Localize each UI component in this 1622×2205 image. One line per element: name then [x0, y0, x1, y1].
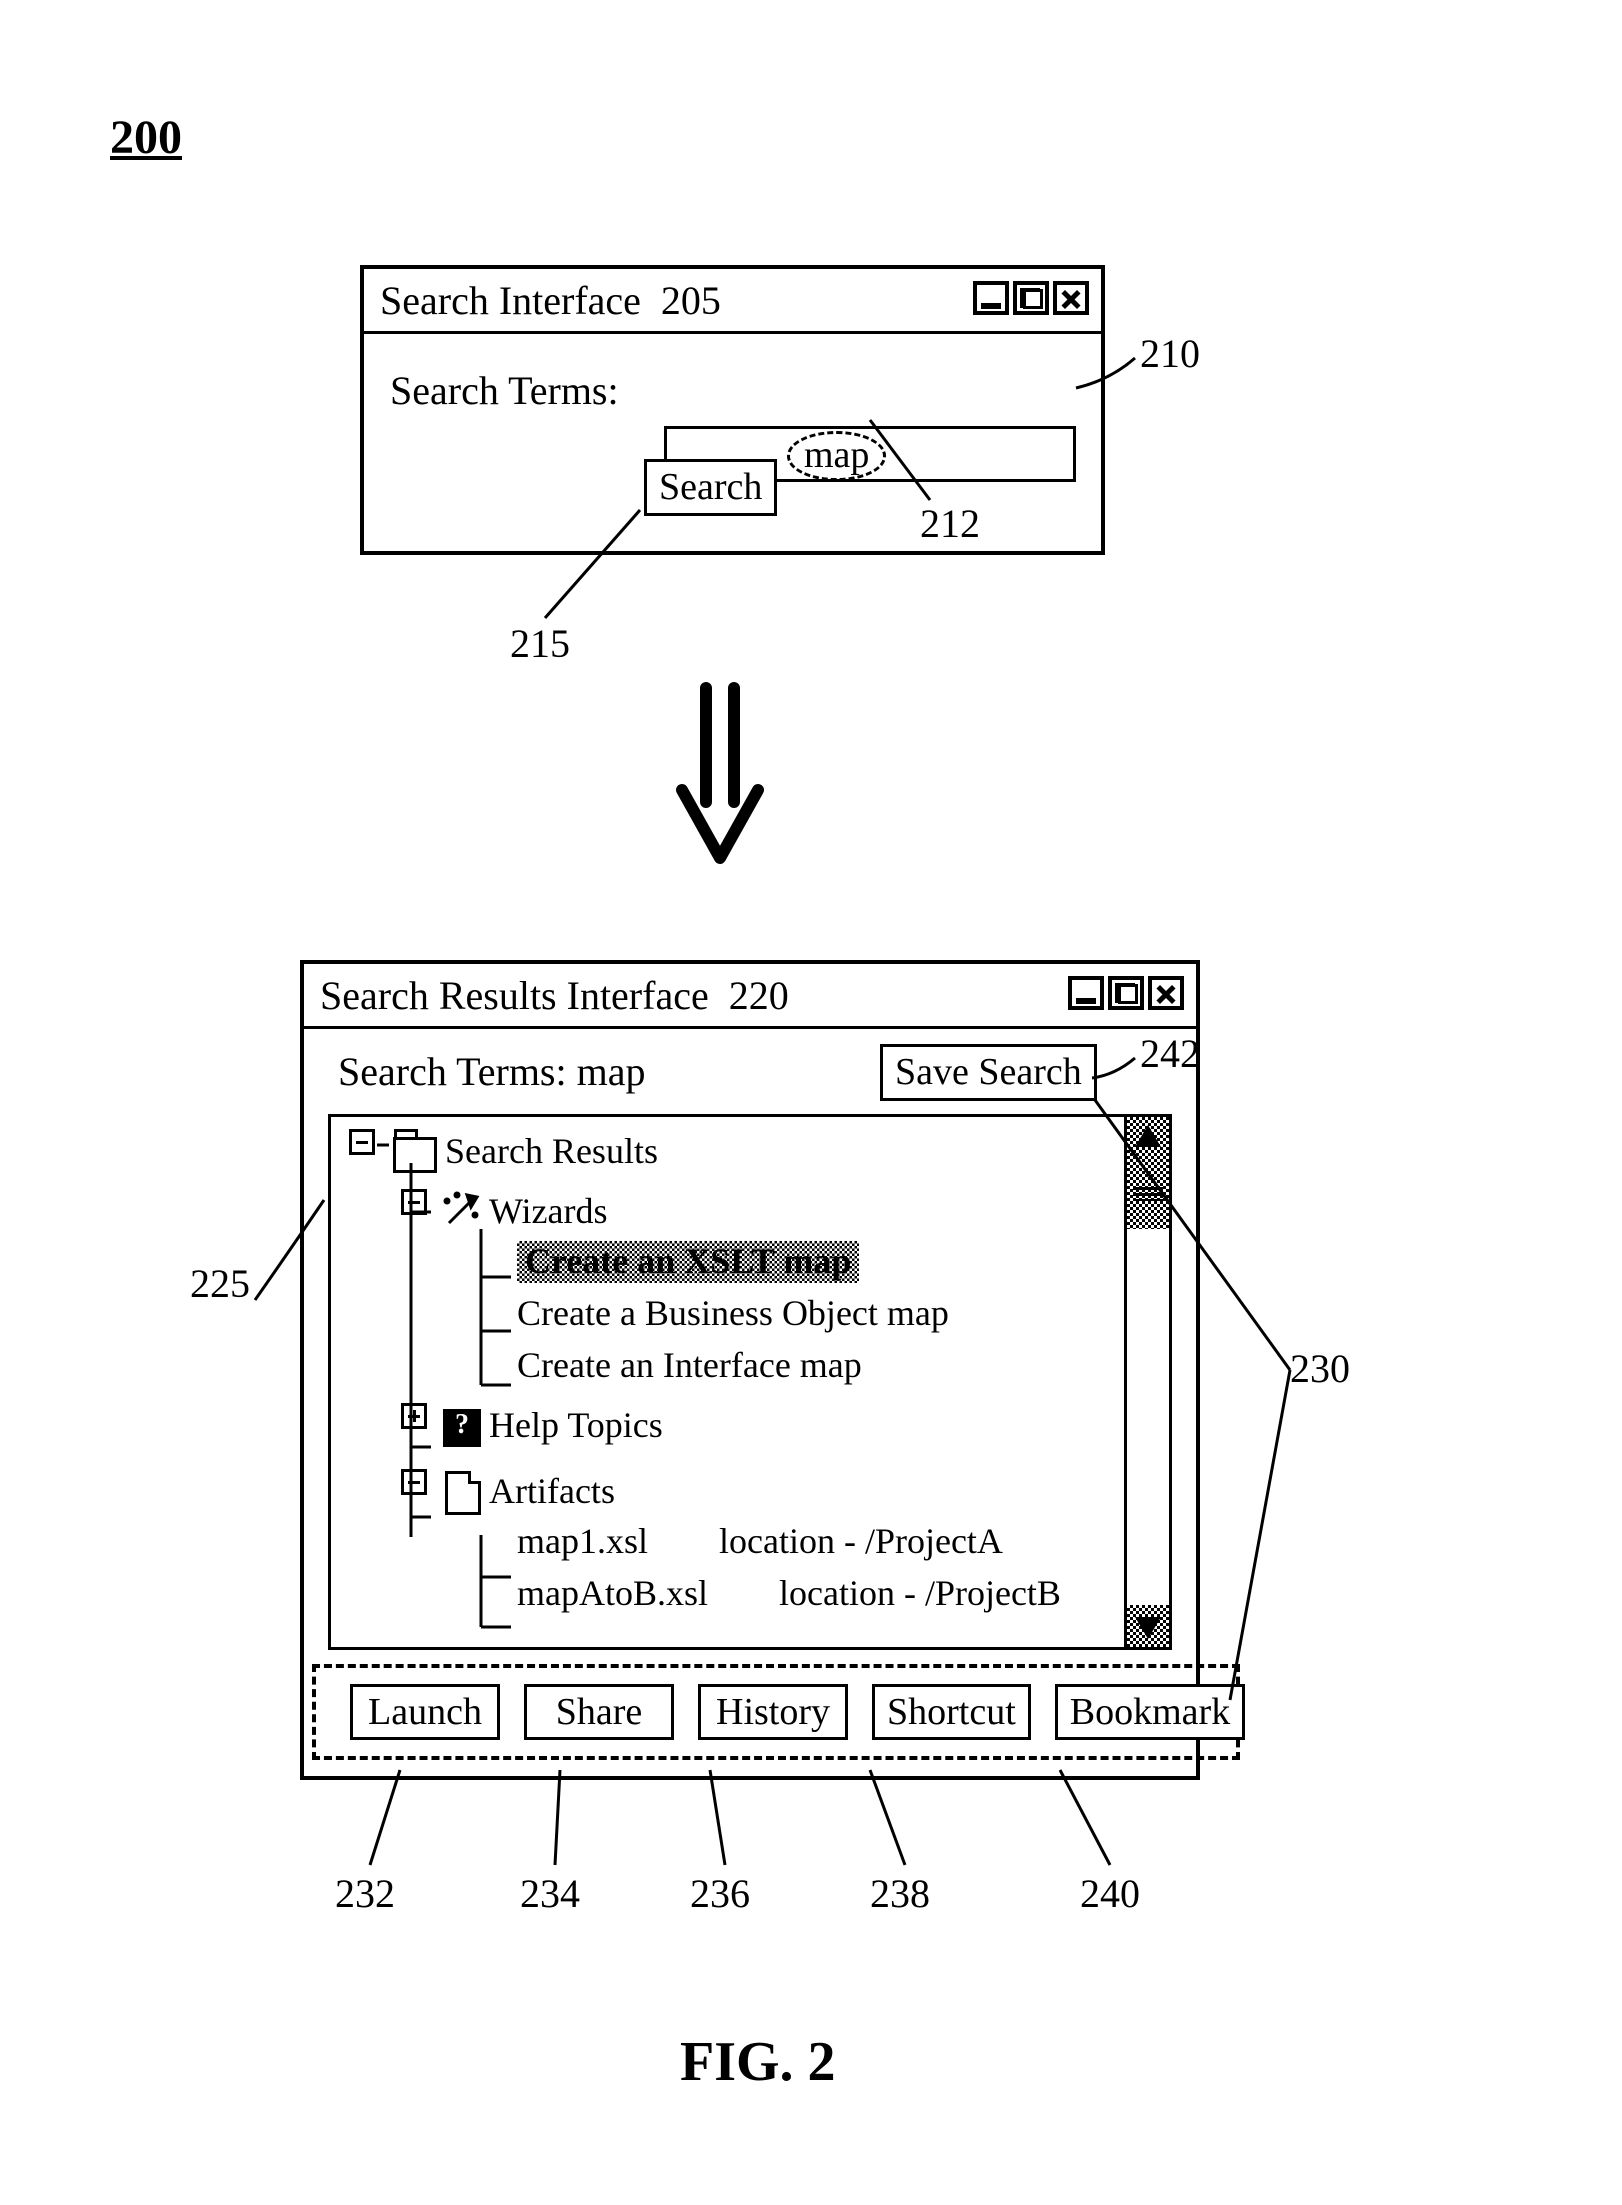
tree-group-help[interactable]: ? Help Topics: [349, 1403, 1119, 1455]
minimize-icon[interactable]: [1068, 976, 1104, 1010]
tree-item-wizard-2[interactable]: Create an Interface map: [349, 1345, 1119, 1397]
window-title: Search Interface 205: [380, 277, 721, 324]
tree-group-artifacts[interactable]: Artifacts: [349, 1469, 1119, 1521]
search-terms-display: Search Terms: map: [338, 1048, 645, 1095]
scroll-up-button[interactable]: [1127, 1117, 1169, 1159]
minimize-icon[interactable]: [973, 281, 1009, 315]
close-icon[interactable]: [1148, 976, 1184, 1010]
callout-210: 210: [1140, 330, 1200, 377]
window-title: Search Results Interface 220: [320, 972, 789, 1019]
search-interface-window: Search Interface 205 Search Terms: map S…: [360, 265, 1105, 555]
help-icon: ?: [443, 1409, 481, 1447]
tree-item-wizard-0[interactable]: Create an XSLT map: [349, 1241, 1119, 1293]
callout-240: 240: [1080, 1870, 1140, 1917]
maximize-icon[interactable]: [1013, 281, 1049, 315]
search-input-value: map: [787, 431, 886, 481]
titlebar: Search Interface 205: [364, 269, 1101, 334]
tree-item-artifact-1[interactable]: mapAtoB.xsl location - /ProjectB: [349, 1573, 1119, 1625]
callout-232: 232: [335, 1870, 395, 1917]
scroll-thumb[interactable]: [1127, 1159, 1169, 1229]
callout-234: 234: [520, 1870, 580, 1917]
scroll-track[interactable]: [1127, 1159, 1169, 1605]
scrollbar[interactable]: [1124, 1117, 1169, 1647]
tree-item-artifact-0[interactable]: map1.xsl location - /ProjectA: [349, 1521, 1119, 1573]
figure-number: 200: [110, 110, 182, 165]
transition-arrow-icon: [660, 680, 780, 880]
launch-button[interactable]: Launch: [350, 1684, 500, 1740]
close-icon[interactable]: [1053, 281, 1089, 315]
search-results-window: Search Results Interface 220 Search Term…: [300, 960, 1200, 1780]
tree-root[interactable]: Search Results: [349, 1129, 1119, 1181]
search-terms-label: Search Terms:: [390, 367, 619, 414]
callout-225: 225: [190, 1260, 250, 1307]
callout-238: 238: [870, 1870, 930, 1917]
callout-212: 212: [920, 500, 980, 547]
save-search-button[interactable]: Save Search: [880, 1044, 1097, 1101]
file-icon: [445, 1471, 481, 1515]
callout-215: 215: [510, 620, 570, 667]
titlebar: Search Results Interface 220: [304, 964, 1196, 1029]
history-button[interactable]: History: [698, 1684, 848, 1740]
callout-236: 236: [690, 1870, 750, 1917]
figure-caption: FIG. 2: [680, 2030, 836, 2094]
folder-icon: [393, 1137, 437, 1173]
tree-group-wizards[interactable]: Wizards: [349, 1189, 1119, 1241]
search-button[interactable]: Search: [644, 459, 777, 516]
action-toolbar: Launch Share History Shortcut Bookmark: [328, 1670, 1172, 1754]
shortcut-button[interactable]: Shortcut: [872, 1684, 1031, 1740]
scroll-down-button[interactable]: [1127, 1605, 1169, 1647]
share-button[interactable]: Share: [524, 1684, 674, 1740]
bookmark-button[interactable]: Bookmark: [1055, 1684, 1245, 1740]
callout-242: 242: [1140, 1030, 1200, 1077]
maximize-icon[interactable]: [1108, 976, 1144, 1010]
wizard-icon: [441, 1191, 481, 1231]
callout-230: 230: [1290, 1345, 1350, 1392]
tree-item-wizard-1[interactable]: Create a Business Object map: [349, 1293, 1119, 1345]
results-tree-panel: Search Results Wizards Create an XSLT ma…: [328, 1114, 1172, 1650]
